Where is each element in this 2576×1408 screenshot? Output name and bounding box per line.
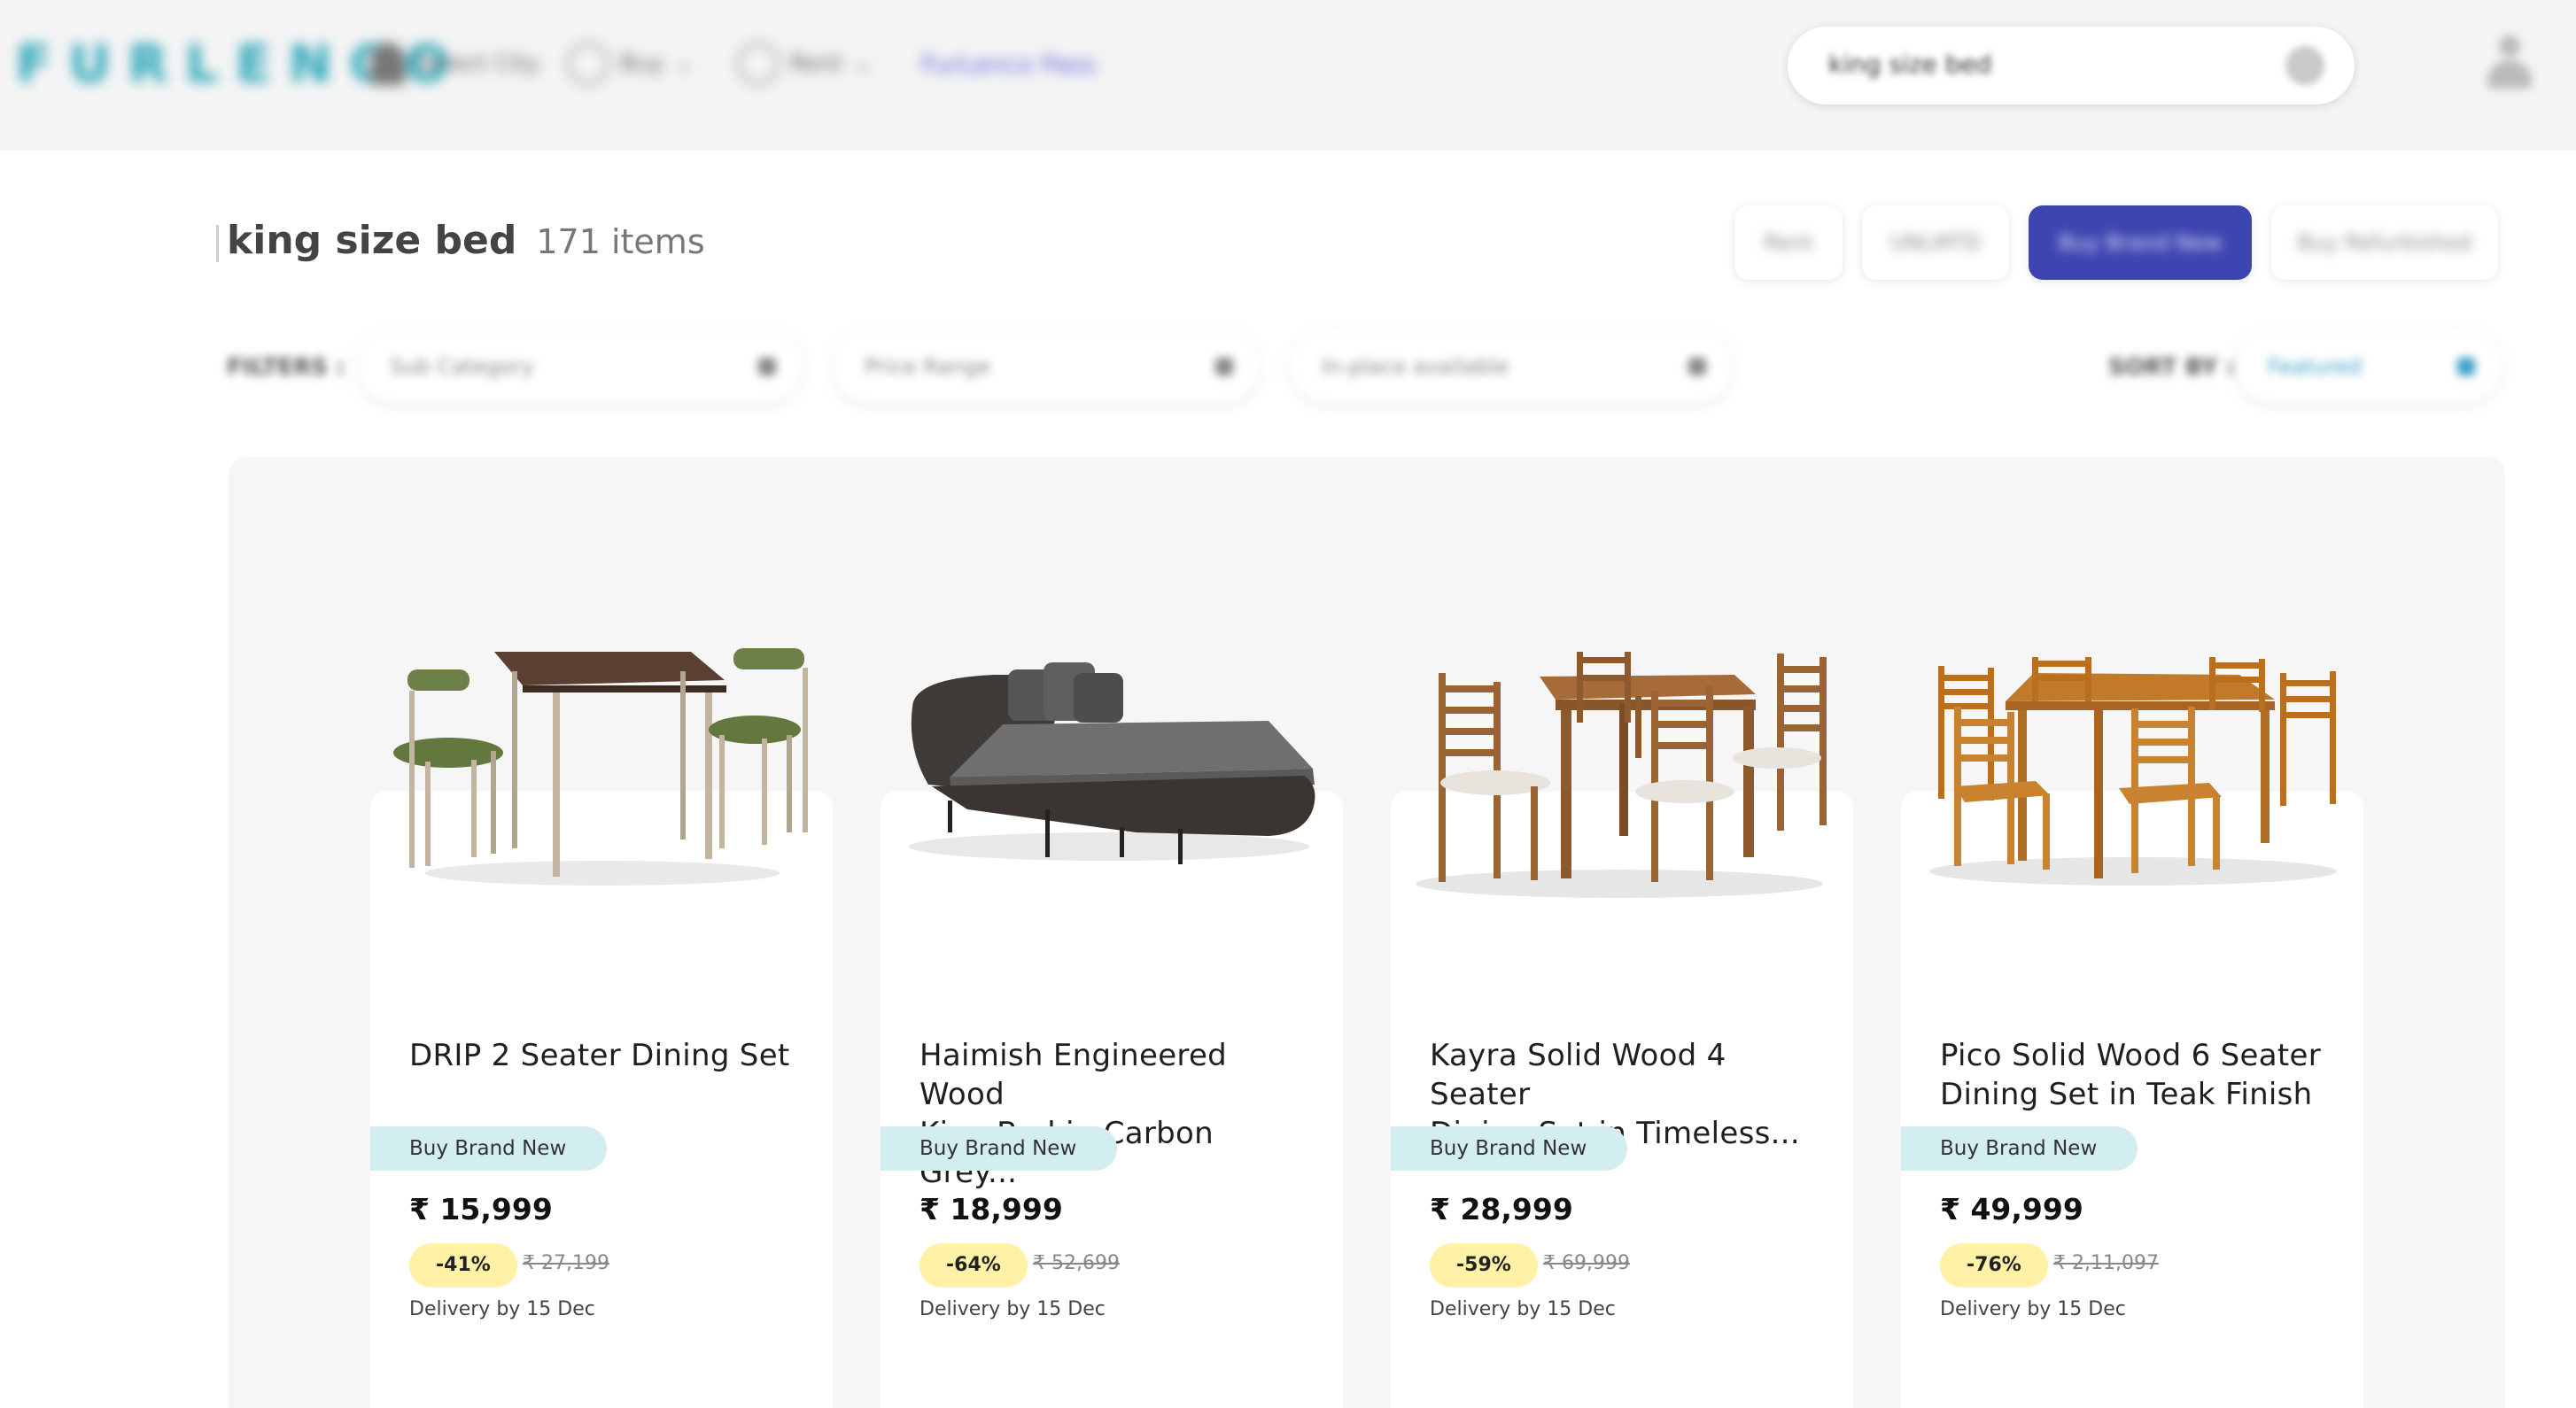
results-heading: king size bed 171 items [227, 218, 705, 263]
buy-brand-new-badge: Buy Brand New [881, 1126, 1118, 1171]
sort-label: SORT BY : [2108, 354, 2236, 381]
tab-rent[interactable]: Rent [1734, 205, 1843, 280]
chevron-down-icon [1688, 358, 1706, 375]
filters-label: FILTERS : [227, 354, 345, 381]
buy-brand-new-badge: Buy Brand New [1391, 1126, 1628, 1171]
product-image-king-bed[interactable] [896, 636, 1322, 901]
delivery-date: Delivery by 15 Dec [409, 1298, 595, 1320]
buy-icon [567, 43, 609, 85]
delivery-date: Delivery by 15 Dec [1940, 1298, 2126, 1320]
filter-bar: FILTERS : Sub Category Price Range In-pl… [0, 329, 2576, 406]
price-filter-label: Price Range [865, 354, 991, 379]
sort-value: Featured [2268, 354, 2362, 379]
product-price: ₹ 18,999 [919, 1192, 1063, 1226]
chevron-down-icon: ⌄ [674, 50, 694, 77]
nav-pass-link[interactable]: FurLenco Pass [921, 39, 1096, 89]
original-price: ₹ 27,199 [523, 1252, 609, 1274]
product-image-dining-6-seater[interactable] [1920, 645, 2346, 910]
original-price: ₹ 52,699 [1033, 1252, 1120, 1274]
product-image-dining-2-seater[interactable] [390, 636, 815, 901]
category-filter[interactable]: Sub Category [358, 329, 803, 404]
delivery-filter-label: In-place available [1322, 354, 1509, 379]
original-price: ₹ 69,999 [1543, 1252, 1630, 1274]
product-price: ₹ 28,999 [1430, 1192, 1573, 1226]
search-icon[interactable] [2285, 46, 2324, 85]
title-divider [216, 225, 219, 262]
tab-unlmtd[interactable]: UNLMTD [1862, 205, 2009, 280]
tab-buy-brand-new-label: Buy Brand New [2058, 230, 2223, 255]
location-selector[interactable]: Select City [370, 39, 539, 89]
tab-unlmtd-label: UNLMTD [1889, 230, 1982, 255]
product-image-dining-4-seater[interactable] [1407, 645, 1832, 910]
item-count: 171 items [536, 222, 705, 261]
delivery-filter[interactable]: In-place available [1290, 329, 1733, 404]
chevron-down-icon: ⌄ [853, 50, 873, 77]
buy-brand-new-badge: Buy Brand New [1901, 1126, 2138, 1171]
nav-buy-label: Buy [620, 50, 664, 77]
product-price: ₹ 15,999 [409, 1192, 553, 1226]
search-input[interactable]: king size bed [1828, 50, 1991, 79]
sort-select[interactable]: Featured [2236, 329, 2502, 404]
location-pin-icon [370, 43, 406, 85]
delivery-date: Delivery by 15 Dec [919, 1298, 1106, 1320]
location-label: Select City [416, 50, 540, 77]
tab-buy-brand-new[interactable]: Buy Brand New [2029, 205, 2252, 280]
discount-badge: -41% [409, 1243, 517, 1288]
product-name[interactable]: DRIP 2 Seater Dining Set [409, 1036, 799, 1075]
nav-rent[interactable]: Rent ⌄ [737, 39, 873, 89]
discount-badge: -64% [919, 1243, 1028, 1288]
tab-buy-refurbished[interactable]: Buy Refurbished [2271, 205, 2498, 280]
chevron-down-icon [1215, 358, 1233, 375]
chevron-down-icon [2457, 358, 2475, 375]
delivery-date: Delivery by 15 Dec [1430, 1298, 1616, 1320]
tab-rent-label: Rent [1764, 230, 1813, 255]
chevron-down-icon [758, 358, 776, 375]
price-filter[interactable]: Price Range [833, 329, 1260, 404]
page-title: king size bed [227, 218, 517, 263]
original-price: ₹ 2,11,097 [2053, 1252, 2159, 1274]
discount-badge: -59% [1430, 1243, 1538, 1288]
search-bar[interactable]: king size bed [1788, 27, 2355, 104]
product-price: ₹ 49,999 [1940, 1192, 2083, 1226]
nav-buy[interactable]: Buy ⌄ [567, 39, 694, 89]
user-account-icon[interactable] [2486, 35, 2533, 90]
rent-icon [737, 43, 780, 85]
buy-brand-new-badge: Buy Brand New [370, 1126, 608, 1171]
product-name[interactable]: Pico Solid Wood 6 Seater Dining Set in T… [1940, 1036, 2330, 1114]
nav-rent-label: Rent [790, 50, 843, 77]
category-filter-label: Sub Category [390, 354, 534, 379]
top-header: FURLENCO Select City Buy ⌄ Rent ⌄ FurLen… [0, 0, 2576, 151]
purchase-mode-tabs: Rent UNLMTD Buy Brand New Buy Refurbishe… [1734, 205, 2498, 280]
discount-badge: -76% [1940, 1243, 2048, 1288]
tab-buy-refurbished-label: Buy Refurbished [2297, 230, 2472, 255]
